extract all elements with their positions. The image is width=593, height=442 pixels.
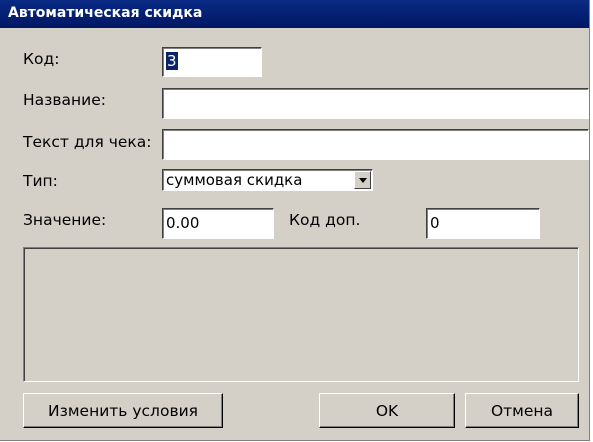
chevron-down-icon[interactable] <box>354 171 371 189</box>
cancel-button[interactable]: Отмена <box>465 393 579 428</box>
code-input[interactable]: 3 <box>162 47 262 77</box>
type-selected-value: суммовая скидка <box>166 171 303 189</box>
title-bar[interactable]: Автоматическая скидка <box>0 0 589 28</box>
extra-code-label: Код доп. <box>289 211 361 229</box>
name-input[interactable] <box>162 88 589 119</box>
receipt-text-label: Текст для чека: <box>23 133 152 151</box>
change-conditions-button[interactable]: Изменить условия <box>23 393 223 428</box>
code-label: Код: <box>23 50 60 68</box>
dialog-window: Автоматическая скидка Код: 3 Название: Т… <box>0 0 590 441</box>
conditions-panel <box>23 247 579 382</box>
value-input[interactable]: 0.00 <box>162 208 274 239</box>
type-label: Тип: <box>23 172 58 190</box>
code-value: 3 <box>166 52 178 70</box>
receipt-text-input[interactable] <box>162 129 589 160</box>
extra-code-input[interactable]: 0 <box>426 208 540 239</box>
value-label: Значение: <box>23 211 107 229</box>
window-title: Автоматическая скидка <box>8 5 203 21</box>
name-label: Название: <box>23 91 106 109</box>
ok-button[interactable]: OK <box>319 393 455 428</box>
type-select[interactable]: суммовая скидка <box>162 169 373 191</box>
